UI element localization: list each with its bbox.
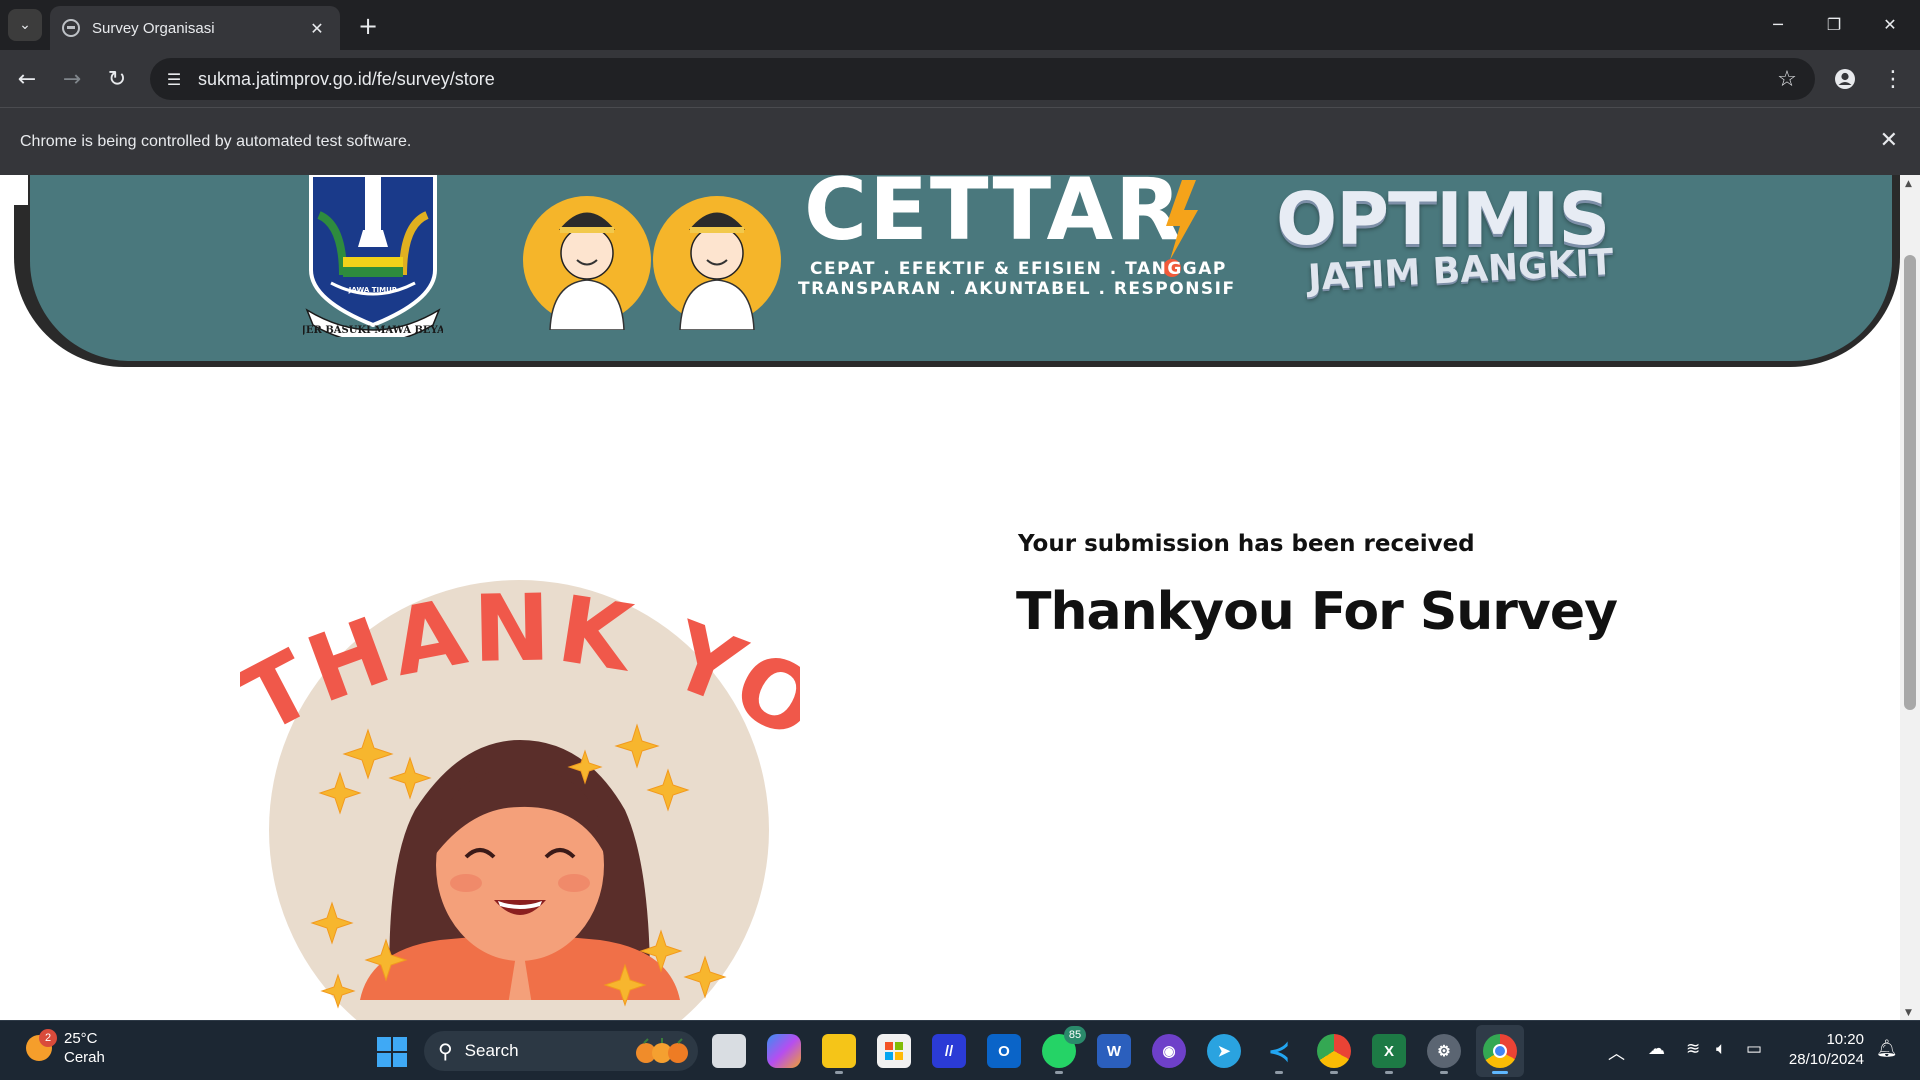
cettar-tagline-1: CEPAT . EFEKTIF & EFISIEN . TANGGAP	[810, 259, 1227, 279]
page-scrollbar[interactable]: ▲ ▼	[1900, 175, 1920, 1020]
cettar-logo-text: CETTAR	[804, 175, 1184, 260]
url-text[interactable]: sukma.jatimprov.go.id/fe/survey/store	[198, 69, 1767, 90]
close-tab-icon[interactable]: ✕	[306, 19, 328, 38]
bookmark-star-icon[interactable]: ☆	[1767, 67, 1807, 92]
infobar-close-icon[interactable]: ✕	[1880, 128, 1898, 153]
clock-time: 10:20	[1826, 1031, 1864, 1048]
excel-icon[interactable]: X	[1372, 1034, 1406, 1074]
address-bar[interactable]: ☰ sukma.jatimprov.go.id/fe/survey/store …	[150, 58, 1815, 100]
automation-infobar: Chrome is being controlled by automated …	[0, 107, 1920, 175]
microsoft-store-icon[interactable]	[877, 1034, 911, 1068]
volume-icon[interactable]: 🔈︎	[1716, 1039, 1726, 1059]
site-settings-icon[interactable]: ☰	[154, 59, 194, 99]
browser-toolbar: ← → ↻ ☰ sukma.jatimprov.go.id/fe/survey/…	[0, 50, 1920, 107]
thank-you-illustration: THANK YOU	[240, 535, 800, 1020]
forward-button[interactable]: →	[55, 62, 89, 96]
crest-label: JAWA TIMUR	[348, 286, 398, 294]
weather-badge: 2	[39, 1029, 57, 1047]
copilot-icon[interactable]	[767, 1034, 801, 1068]
restore-button[interactable]: ❐	[1806, 0, 1862, 48]
scroll-down-arrow-icon[interactable]: ▼	[1905, 1008, 1912, 1018]
weather-condition: Cerah	[64, 1049, 105, 1066]
wifi-icon[interactable]: ≋	[1686, 1039, 1700, 1059]
onedrive-cloud-icon[interactable]: ☁	[1648, 1039, 1665, 1059]
jatim-crest-logo: JER BASUKI MAWA BEYA JAWA TIMUR	[303, 175, 443, 337]
file-explorer-icon[interactable]	[822, 1034, 856, 1074]
profile-button[interactable]	[1830, 64, 1860, 94]
scroll-up-arrow-icon[interactable]: ▲	[1905, 179, 1912, 189]
settings-gear-icon[interactable]: ⚙	[1427, 1034, 1461, 1074]
search-icon: ⚲	[438, 1039, 453, 1063]
github-desktop-icon[interactable]: ◉	[1152, 1034, 1186, 1068]
browser-tab-active[interactable]: Survey Organisasi ✕	[50, 6, 340, 50]
outlook-icon[interactable]: O	[987, 1034, 1021, 1068]
notification-bell-icon[interactable]: 🔔︎	[1876, 1039, 1898, 1059]
file-explorer-desktop-icon[interactable]	[712, 1034, 746, 1068]
page-viewport: JER BASUKI MAWA BEYA JAWA TIMUR CETTAR C…	[0, 175, 1900, 1020]
infobar-message: Chrome is being controlled by automated …	[20, 132, 412, 150]
word-icon[interactable]: W	[1097, 1034, 1131, 1068]
chrome-profile-icon[interactable]	[1317, 1034, 1351, 1074]
minimize-button[interactable]: ─	[1750, 0, 1806, 48]
globe-icon	[62, 19, 80, 37]
new-tab-button[interactable]: +	[352, 10, 384, 42]
cettar-tagline-2: TRANSPARAN . AKUNTABEL . RESPONSIF	[798, 279, 1236, 299]
whatsapp-icon[interactable]: 85	[1042, 1026, 1086, 1074]
weather-temperature: 25°C	[64, 1030, 98, 1047]
start-button[interactable]	[377, 1037, 407, 1067]
browser-tab-strip: ⌄ Survey Organisasi ✕ + ─ ❐ ✕	[0, 0, 1920, 50]
crest-motto: JER BASUKI MAWA BEYA	[303, 325, 443, 336]
chrome-icon[interactable]	[1483, 1034, 1517, 1074]
scrollbar-thumb[interactable]	[1904, 255, 1916, 710]
clock-date: 28/10/2024	[1788, 1051, 1864, 1068]
telegram-icon[interactable]: ➤	[1207, 1034, 1241, 1068]
submission-received-text: Your submission has been received	[1018, 531, 1475, 557]
officials-mascot-illustration	[523, 196, 781, 330]
system-clock[interactable]: 10:20 28/10/2024	[1780, 1030, 1864, 1070]
weather-widget[interactable]: 2 25°C Cerah	[26, 1029, 105, 1067]
search-label: Search	[464, 1041, 519, 1060]
vpn-app-icon[interactable]: //	[932, 1034, 966, 1068]
tab-search-button[interactable]: ⌄	[8, 9, 42, 41]
profile-icon	[1835, 69, 1855, 89]
tab-title: Survey Organisasi	[92, 19, 215, 37]
thank-you-title: Thankyou For Survey	[1016, 582, 1618, 642]
whatsapp-badge: 85	[1064, 1026, 1086, 1044]
show-hidden-icons-chevron-icon[interactable]: ︿	[1608, 1039, 1625, 1064]
search-highlight-icon	[636, 1038, 688, 1063]
windows-taskbar: 2 25°C Cerah ⚲ Search // O 85 W ◉ ➤ ≺ X …	[0, 1020, 1920, 1080]
back-button[interactable]: ←	[10, 62, 44, 96]
taskbar-search[interactable]: ⚲ Search	[424, 1031, 698, 1071]
reload-button[interactable]: ↻	[100, 62, 134, 96]
vscode-icon[interactable]: ≺	[1262, 1034, 1296, 1074]
chevron-down-icon: ⌄	[19, 17, 31, 33]
browser-menu-button[interactable]: ⋮	[1878, 64, 1908, 94]
sun-icon: 2	[26, 1029, 57, 1061]
close-window-button[interactable]: ✕	[1862, 0, 1918, 48]
battery-icon[interactable]: ▭	[1746, 1039, 1762, 1059]
